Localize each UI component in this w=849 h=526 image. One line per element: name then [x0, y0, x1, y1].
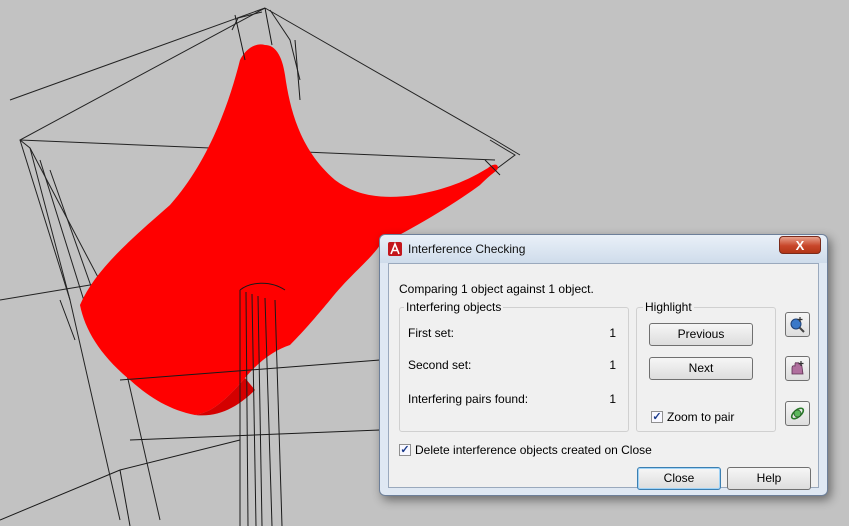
comparing-status-text: Comparing 1 object against 1 object.	[399, 282, 594, 296]
orbit-button[interactable]	[785, 401, 810, 426]
pan-realtime-button[interactable]	[785, 356, 810, 381]
first-set-value: 1	[609, 326, 616, 340]
zoom-to-pair-label: Zoom to pair	[667, 410, 735, 424]
highlight-label: Highlight	[643, 300, 694, 314]
second-set-value: 1	[609, 358, 616, 372]
dialog-titlebar[interactable]: Interference Checking X	[380, 235, 827, 263]
previous-button[interactable]: Previous	[649, 323, 753, 346]
dialog-title: Interference Checking	[408, 242, 526, 256]
next-button[interactable]: Next	[649, 357, 753, 380]
zoom-realtime-icon	[790, 317, 805, 333]
orbit-icon	[790, 407, 805, 420]
second-set-label: Second set:	[408, 358, 472, 372]
first-set-label: First set:	[408, 326, 455, 340]
dialog-body: Comparing 1 object against 1 object. Int…	[388, 263, 819, 490]
highlight-group: Highlight Previous Next ✓ Zoom to pair	[636, 300, 776, 432]
zoom-to-pair-checkbox[interactable]: ✓	[651, 411, 663, 423]
interfering-objects-label: Interfering objects	[404, 300, 504, 314]
interfering-objects-group: Interfering objects First set: 1 Second …	[399, 300, 629, 432]
zoom-realtime-button[interactable]	[785, 312, 810, 337]
pan-realtime-icon	[791, 361, 804, 375]
window-close-button[interactable]: X	[779, 236, 821, 254]
delete-objects-checkbox[interactable]: ✓	[399, 444, 411, 456]
interfering-pairs-label: Interfering pairs found:	[408, 392, 529, 406]
delete-objects-label: Delete interference objects created on C…	[415, 443, 652, 457]
help-button[interactable]: Help	[727, 467, 811, 490]
interfering-pairs-value: 1	[609, 392, 616, 406]
autocad-app-icon	[388, 242, 402, 256]
close-button[interactable]: Close	[637, 467, 721, 490]
interference-checking-dialog: Interference Checking X Comparing 1 obje…	[379, 234, 828, 496]
